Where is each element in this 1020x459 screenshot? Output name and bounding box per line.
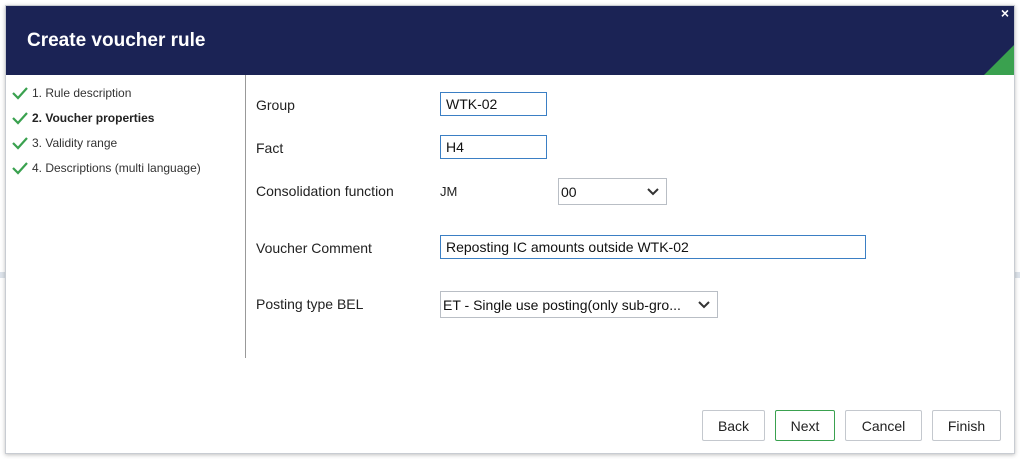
posting-type-label: Posting type BEL	[256, 296, 364, 312]
posting-type-selected-value: ET - Single use posting(only sub-gro...	[443, 296, 681, 313]
fact-label: Fact	[256, 140, 284, 156]
backdrop-strip-right	[1015, 272, 1020, 278]
consolidation-selected-value: 00	[561, 183, 577, 200]
wizard-steps: 1. Rule description 2. Voucher propertie…	[12, 86, 201, 186]
posting-type-select[interactable]: ET - Single use posting(only sub-gro...	[440, 291, 718, 318]
step-label: 1. Rule description	[32, 86, 132, 100]
checkmark-icon	[12, 87, 28, 100]
header-corner-accent	[984, 45, 1014, 75]
step-voucher-properties[interactable]: 2. Voucher properties	[12, 111, 201, 136]
consolidation-function-select[interactable]: 00	[558, 178, 667, 205]
consolidation-code: JM	[440, 184, 458, 199]
step-descriptions-multi-language[interactable]: 4. Descriptions (multi language)	[12, 161, 201, 186]
group-input[interactable]	[440, 92, 547, 116]
create-voucher-rule-dialog: Create voucher rule × 1. Rule descriptio…	[5, 5, 1015, 454]
back-button[interactable]: Back	[702, 410, 765, 441]
group-label: Group	[256, 97, 295, 113]
fact-input[interactable]	[440, 135, 547, 159]
chevron-down-icon	[691, 292, 717, 317]
consolidation-function-label: Consolidation function	[256, 183, 394, 199]
checkmark-icon	[12, 112, 28, 125]
next-button[interactable]: Next	[775, 410, 835, 441]
close-icon[interactable]: ×	[998, 6, 1012, 20]
finish-button[interactable]: Finish	[932, 410, 1001, 441]
checkmark-icon	[12, 137, 28, 150]
step-label: 3. Validity range	[32, 136, 118, 150]
chevron-down-icon	[640, 179, 666, 204]
step-validity-range[interactable]: 3. Validity range	[12, 136, 201, 161]
voucher-comment-label: Voucher Comment	[256, 240, 372, 256]
dialog-header: Create voucher rule ×	[6, 6, 1014, 75]
dialog-title: Create voucher rule	[27, 30, 206, 51]
step-label: 4. Descriptions (multi language)	[32, 161, 201, 175]
checkmark-icon	[12, 162, 28, 175]
steps-divider	[245, 75, 246, 358]
cancel-button[interactable]: Cancel	[845, 410, 922, 441]
step-rule-description[interactable]: 1. Rule description	[12, 86, 201, 111]
voucher-comment-input[interactable]	[440, 235, 866, 259]
step-label: 2. Voucher properties	[32, 111, 155, 125]
